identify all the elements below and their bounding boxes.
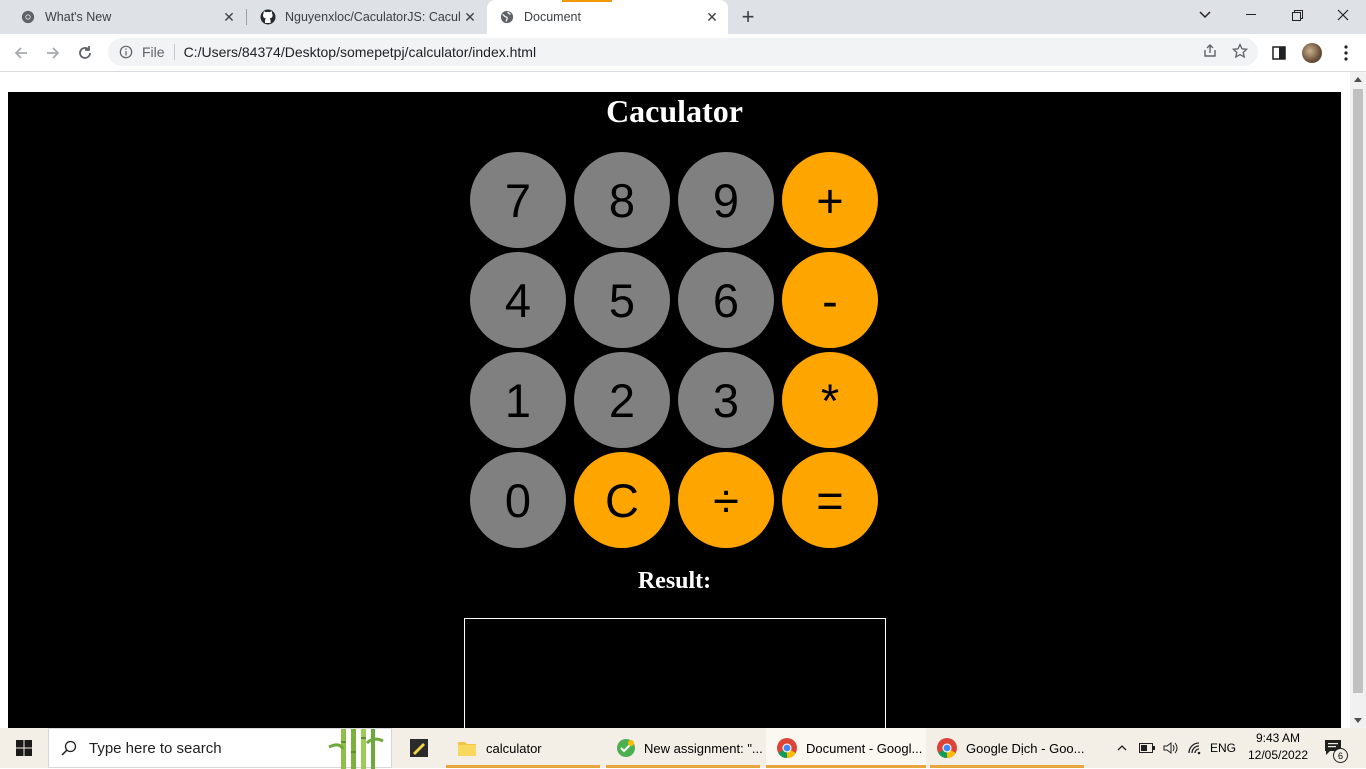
windows-start-button[interactable]	[0, 728, 48, 768]
scrollbar-thumb[interactable]	[1353, 89, 1363, 693]
profile-avatar[interactable]	[1300, 41, 1324, 65]
github-icon	[260, 9, 276, 25]
chrome-icon	[936, 737, 958, 759]
clock-date: 12/05/2022	[1247, 748, 1309, 762]
taskbar-app-label: Google Dịch - Goo...	[966, 740, 1085, 756]
tab-whats-new[interactable]: What's New ✕	[0, 0, 245, 34]
key-minus[interactable]: -	[782, 252, 878, 348]
key-5[interactable]: 5	[574, 252, 670, 348]
taskbar-clock[interactable]: 9:43 AM 12/05/2022	[1238, 730, 1318, 764]
key-7[interactable]: 7	[470, 152, 566, 248]
chrome-icon	[20, 9, 36, 25]
side-panel-icon[interactable]	[1267, 41, 1291, 65]
address-divider	[173, 44, 175, 60]
scroll-up-arrow-icon[interactable]	[1354, 77, 1362, 82]
address-scheme-label: File	[142, 44, 165, 60]
taskbar-sticky-notes[interactable]	[400, 728, 440, 768]
battery-icon[interactable]	[1136, 728, 1158, 768]
calculator-app: Caculator 7 8 9 + 4 5 6 - 1 2 3 * 0 C ÷ …	[8, 92, 1341, 728]
close-tab-icon[interactable]: ✕	[219, 7, 239, 27]
search-icon	[61, 740, 77, 756]
key-equals[interactable]: =	[782, 452, 878, 548]
key-6[interactable]: 6	[678, 252, 774, 348]
menu-kebab-icon[interactable]	[1334, 41, 1358, 65]
notification-count-badge: 6	[1333, 748, 1348, 763]
key-4[interactable]: 4	[470, 252, 566, 348]
taskbar-search-box[interactable]: Type here to search	[48, 728, 392, 769]
browser-toolbar: File C:/Users/84374/Desktop/somepetpj/ca…	[0, 34, 1366, 72]
taskbar-app-classroom[interactable]: New assignment: "...	[606, 728, 763, 768]
restore-icon[interactable]	[1274, 0, 1320, 30]
clock-time: 9:43 AM	[1255, 731, 1301, 745]
windows-logo-icon	[16, 740, 32, 756]
taskbar-app-label: Document - Googl...	[806, 740, 923, 756]
minimize-icon[interactable]	[1228, 0, 1274, 30]
show-hidden-icons-chevron-icon[interactable]	[1112, 728, 1132, 768]
key-3[interactable]: 3	[678, 352, 774, 448]
key-8[interactable]: 8	[574, 152, 670, 248]
result-label: Result:	[637, 568, 712, 594]
avatar	[1302, 43, 1322, 63]
page-title: Caculator	[606, 93, 743, 129]
address-bar[interactable]: File C:/Users/84374/Desktop/somepetpj/ca…	[108, 38, 1258, 66]
chrome-icon	[776, 737, 798, 759]
back-icon[interactable]	[8, 40, 34, 66]
folder-icon	[456, 737, 478, 759]
share-icon[interactable]	[1202, 43, 1218, 62]
wifi-icon[interactable]	[1184, 728, 1206, 768]
tab-title: Document	[524, 10, 581, 24]
scroll-down-arrow-icon[interactable]	[1354, 718, 1362, 723]
globe-icon	[499, 9, 515, 25]
bamboo-search-highlight-icon	[327, 729, 385, 769]
bookmark-star-icon[interactable]	[1231, 42, 1249, 62]
key-9[interactable]: 9	[678, 152, 774, 248]
reload-icon[interactable]	[72, 40, 98, 66]
key-divide[interactable]: ÷	[678, 452, 774, 548]
key-2[interactable]: 2	[574, 352, 670, 448]
taskbar-app-calculator-folder[interactable]: calculator	[446, 728, 600, 768]
result-display	[464, 618, 886, 728]
close-window-icon[interactable]	[1320, 0, 1366, 30]
taskbar-app-label: New assignment: "...	[644, 740, 763, 756]
tab-title: Nguyenxloc/CaculatorJS: Caculat	[285, 10, 460, 24]
tab-document[interactable]: Document ✕	[487, 0, 728, 34]
close-tab-icon[interactable]: ✕	[702, 7, 722, 27]
close-tab-icon[interactable]: ✕	[460, 7, 480, 27]
taskbar-app-chrome-translate[interactable]: Google Dịch - Goo...	[930, 728, 1085, 768]
search-placeholder: Type here to search	[89, 739, 222, 757]
address-url: C:/Users/84374/Desktop/somepetpj/calcula…	[183, 44, 537, 60]
key-plus[interactable]: +	[782, 152, 878, 248]
page-scrollbar[interactable]	[1350, 72, 1366, 728]
taskbar-app-chrome-document[interactable]: Document - Googl...	[766, 728, 926, 768]
key-1[interactable]: 1	[470, 352, 566, 448]
classroom-icon	[616, 737, 636, 759]
volume-icon[interactable]	[1160, 728, 1182, 768]
page-viewport: Caculator 7 8 9 + 4 5 6 - 1 2 3 * 0 C ÷ …	[0, 72, 1350, 728]
key-clear[interactable]: C	[574, 452, 670, 548]
tab-title: What's New	[45, 10, 112, 24]
tab-loading-indicator	[562, 0, 612, 2]
notification-center-icon[interactable]: 6	[1320, 728, 1348, 768]
key-0[interactable]: 0	[470, 452, 566, 548]
tab-github[interactable]: Nguyenxloc/CaculatorJS: Caculat ✕	[240, 0, 486, 34]
forward-icon[interactable]	[40, 40, 66, 66]
info-icon[interactable]	[118, 44, 134, 60]
taskbar-app-label: calculator	[486, 740, 542, 756]
language-indicator[interactable]: ENG	[1208, 728, 1238, 768]
windows-taskbar: Type here to search calculator New assig…	[0, 728, 1366, 769]
sticky-notes-icon	[408, 737, 430, 759]
new-tab-button[interactable]: +	[736, 4, 760, 29]
key-multiply[interactable]: *	[782, 352, 878, 448]
browser-tab-strip: What's New ✕ Nguyenxloc/CaculatorJS: Cac…	[0, 0, 1366, 34]
tab-search-icon[interactable]	[1182, 0, 1228, 30]
